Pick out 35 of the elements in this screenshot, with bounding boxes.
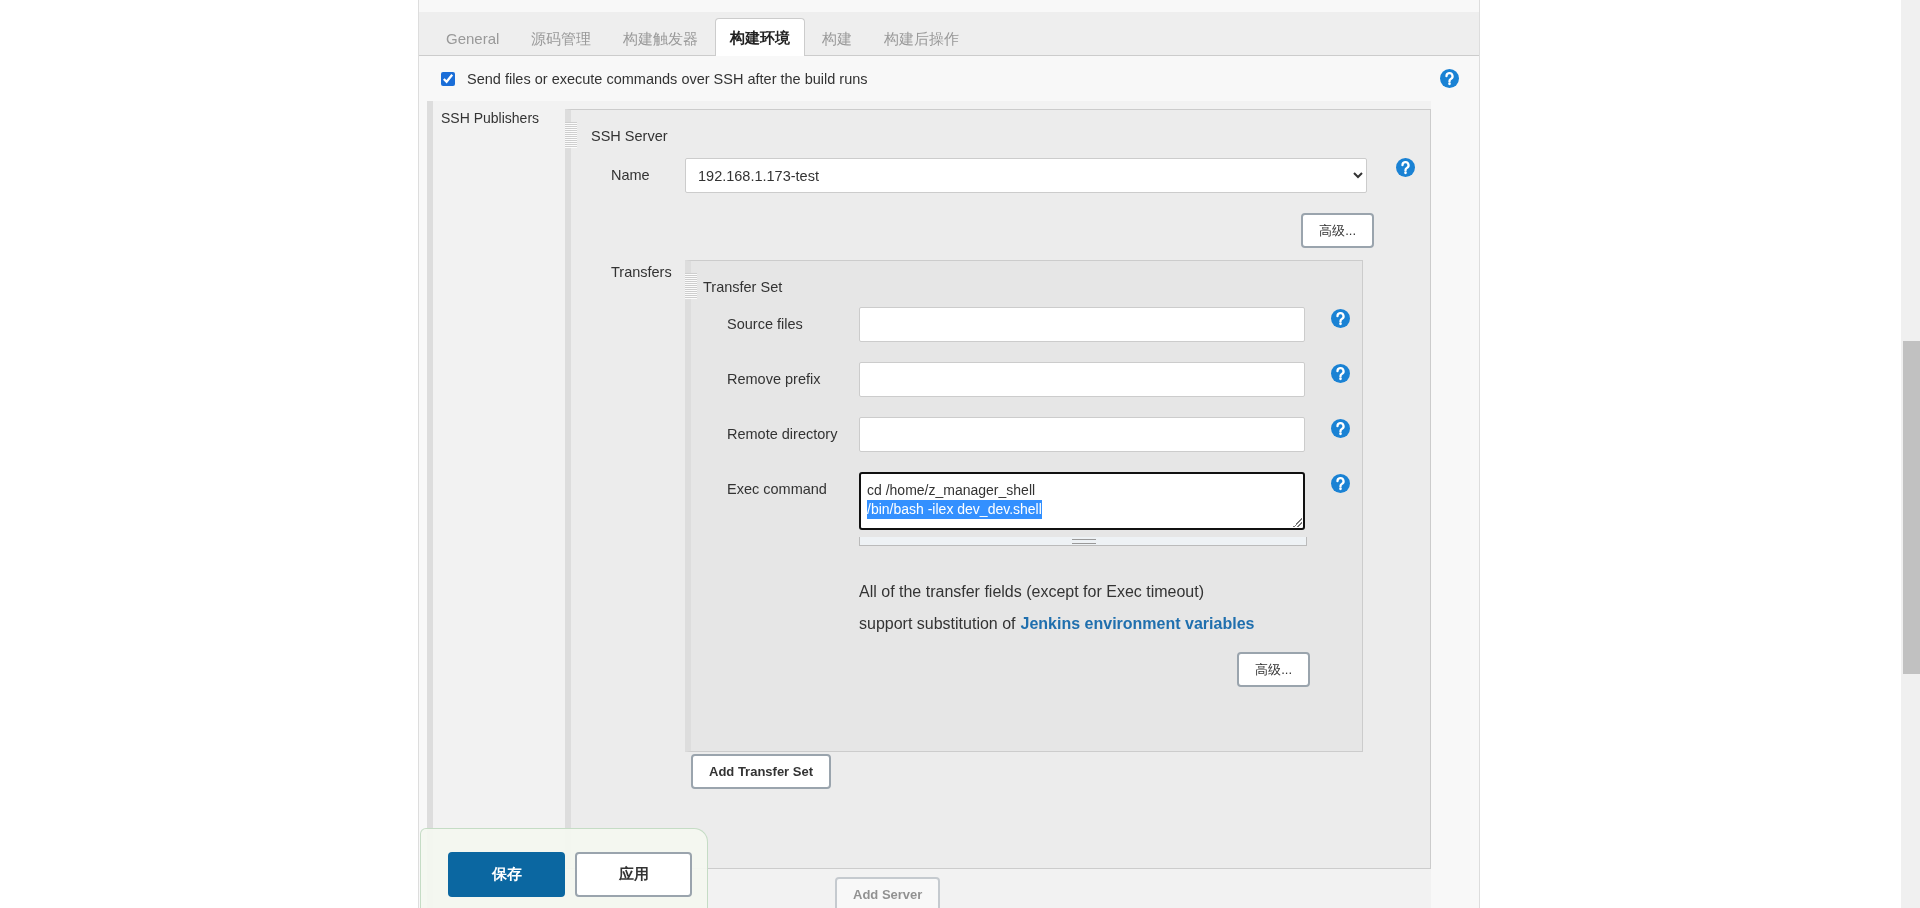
field-label: Name — [611, 167, 650, 183]
add-server-button[interactable]: Add Server — [835, 877, 941, 908]
field-label: SSH Publishers — [441, 110, 540, 126]
help-icon[interactable] — [1331, 419, 1350, 438]
drag-handle[interactable] — [685, 273, 697, 299]
advanced-button[interactable]: 高级... — [1237, 652, 1310, 687]
save-button[interactable]: 保存 — [448, 852, 565, 897]
field-label: Remove prefix — [727, 371, 821, 387]
input-field[interactable] — [859, 362, 1305, 397]
help-icon[interactable] — [1331, 364, 1350, 383]
apply-button[interactable]: 应用 — [575, 852, 692, 897]
help-icon[interactable] — [1331, 309, 1350, 328]
field-label: Transfers — [611, 264, 672, 280]
checkbox[interactable] — [441, 71, 455, 86]
field-label: Remote directory — [727, 426, 838, 442]
add-transfer-set-button[interactable]: Add Transfer Set — [691, 754, 832, 789]
input-field[interactable] — [859, 417, 1305, 452]
help-icon[interactable] — [1396, 158, 1415, 177]
tab[interactable]: 构建环境 — [715, 18, 806, 56]
command-textarea[interactable]: cd /home/z_manager_shell /bin/bash -ilex dev_dev.shell — [859, 472, 1305, 530]
scrollbar-thumb[interactable] — [1903, 341, 1920, 674]
code-line: cd /home/z_manager_shell — [867, 481, 1036, 500]
link[interactable]: Jenkins environment variables — [1020, 615, 1255, 632]
field-label: Source files — [727, 316, 803, 332]
advanced-button[interactable]: 高级... — [1301, 213, 1374, 248]
field-label: Exec command — [727, 481, 827, 497]
help-icon[interactable] — [1331, 474, 1350, 493]
section-title: Transfer Set — [703, 279, 783, 295]
help-text: All of the transfer fields (except for Exec timeout) support substitution of Jenkins environment variables — [859, 582, 1256, 634]
drag-handle[interactable] — [565, 122, 577, 148]
name-select[interactable]: 192.168.1.173-test — [685, 158, 1367, 193]
section-title: SSH Server — [591, 128, 668, 144]
input-field[interactable] — [859, 307, 1305, 342]
checkbox-label: Send files or execute commands over SSH after the build runs — [467, 70, 869, 87]
help-icon[interactable] — [1440, 69, 1459, 88]
